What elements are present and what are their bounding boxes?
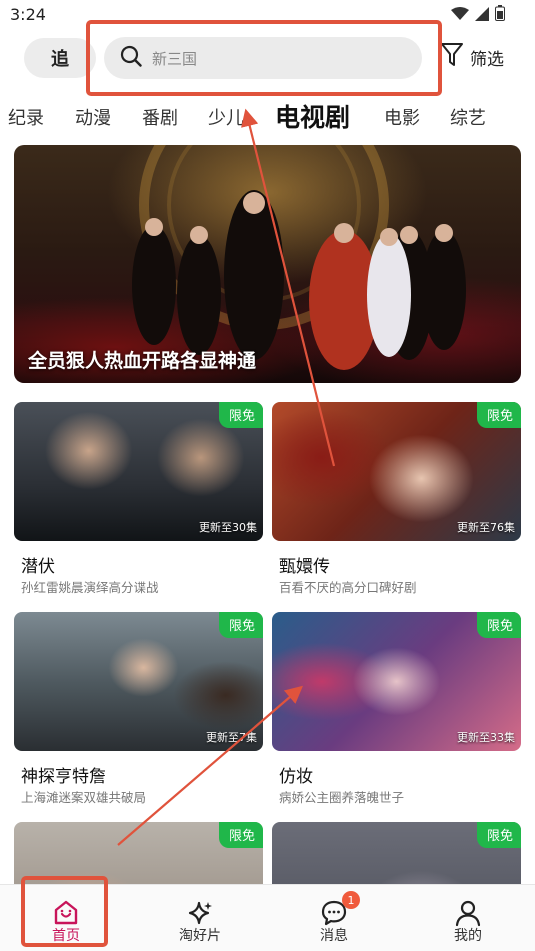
free-badge: 限免	[476, 612, 521, 638]
status-time: 3:24	[10, 5, 46, 24]
free-badge: 限免	[218, 822, 263, 848]
show-title: 潜伏	[21, 557, 55, 577]
tab-animation[interactable]: 动漫	[75, 104, 111, 130]
show-description: 病娇公主圈养落魄世子	[279, 790, 405, 805]
show-poster: 限免 更新至33集	[272, 612, 521, 751]
tab-kids[interactable]: 少儿	[208, 104, 244, 130]
battery-icon	[495, 5, 505, 25]
free-badge: 限免	[218, 402, 263, 428]
free-badge: 限免	[476, 822, 521, 848]
follow-label: 追	[51, 49, 69, 70]
show-title: 神探亨特詹	[21, 767, 106, 787]
episode-update: 更新至76集	[457, 521, 515, 534]
free-badge: 限免	[476, 402, 521, 428]
show-title: 仿妆	[279, 767, 313, 787]
tab-movies[interactable]: 电影	[384, 104, 420, 130]
nav-profile[interactable]: 我的	[418, 885, 518, 951]
show-title: 甄嬛传	[279, 557, 330, 577]
episode-update: 更新至7集	[206, 731, 257, 744]
tab-anime-series[interactable]: 番剧	[142, 104, 178, 130]
filter-icon	[440, 42, 464, 73]
episode-update: 更新至33集	[457, 731, 515, 744]
show-description: 百看不厌的高分口碑好剧	[279, 580, 417, 595]
wifi-icon	[451, 6, 469, 25]
hero-caption: 全员狠人热血开路各显神通	[28, 350, 257, 372]
show-card[interactable]: 限免 更新至76集 甄嬛传 百看不厌的高分口碑好剧	[272, 402, 521, 595]
nav-profile-label: 我的	[454, 928, 482, 944]
search-highlight-box	[86, 20, 442, 96]
nav-messages-label: 消息	[320, 928, 348, 944]
show-poster: 限免 更新至7集	[14, 612, 263, 751]
show-card[interactable]: 限免 更新至33集 仿妆 病娇公主圈养落魄世子	[272, 612, 521, 805]
status-icons	[451, 5, 505, 25]
show-description: 上海滩迷案双雄共破局	[21, 790, 147, 805]
tab-variety[interactable]: 综艺	[450, 104, 486, 130]
signal-icon	[475, 6, 489, 25]
category-tabs: 纪录 动漫 番剧 少儿 电视剧 电影 综艺	[0, 96, 535, 136]
show-poster: 限免 更新至76集	[272, 402, 521, 541]
filter-button[interactable]: 筛选	[440, 42, 504, 72]
free-badge: 限免	[218, 612, 263, 638]
tab-documentary[interactable]: 纪录	[8, 104, 44, 130]
nav-discover[interactable]: 淘好片	[150, 885, 250, 951]
sparkle-icon	[186, 899, 214, 927]
show-card[interactable]: 限免 更新至30集 潜伏 孙红雷姚晨演绎高分谍战	[14, 402, 263, 595]
hero-banner[interactable]: 全员狠人热血开路各显神通	[14, 145, 521, 383]
nav-messages[interactable]: 1 消息	[284, 885, 384, 951]
episode-update: 更新至30集	[199, 521, 257, 534]
nav-discover-label: 淘好片	[179, 928, 221, 944]
show-poster: 限免 更新至30集	[14, 402, 263, 541]
tab-tv-series[interactable]: 电视剧	[275, 98, 350, 134]
home-highlight-box	[21, 876, 108, 947]
filter-label: 筛选	[470, 49, 504, 70]
message-count-badge: 1	[342, 891, 360, 909]
show-card[interactable]: 限免 更新至7集 神探亨特詹 上海滩迷案双雄共破局	[14, 612, 263, 805]
profile-icon	[454, 899, 482, 927]
show-description: 孙红雷姚晨演绎高分谍战	[21, 580, 159, 595]
